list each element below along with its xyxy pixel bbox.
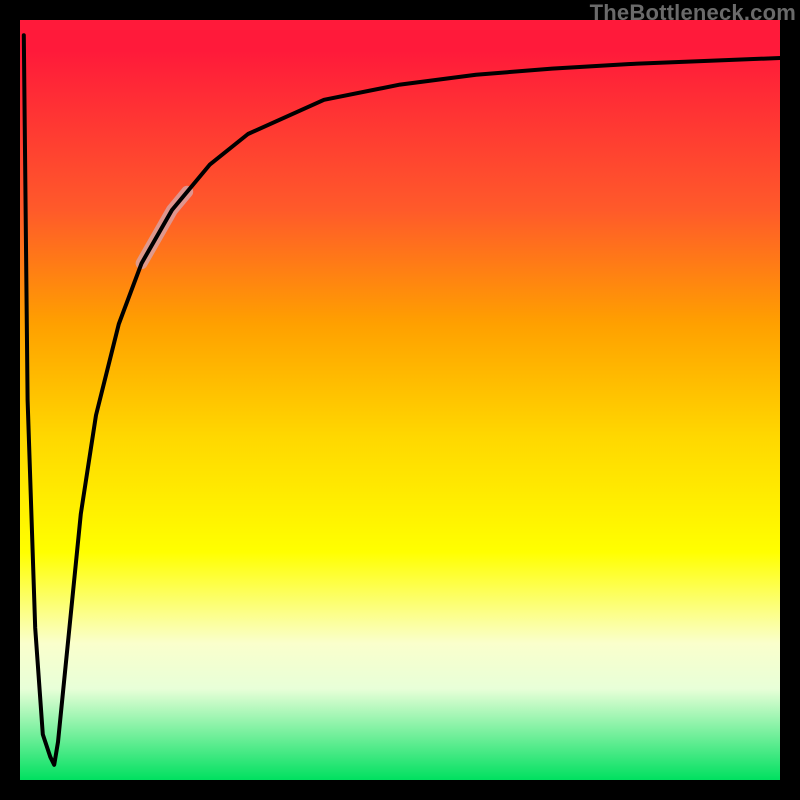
curve-svg (20, 20, 780, 780)
chart-frame: TheBottleneck.com (0, 0, 800, 800)
bottleneck-curve (24, 35, 780, 765)
plot-area (20, 20, 780, 780)
